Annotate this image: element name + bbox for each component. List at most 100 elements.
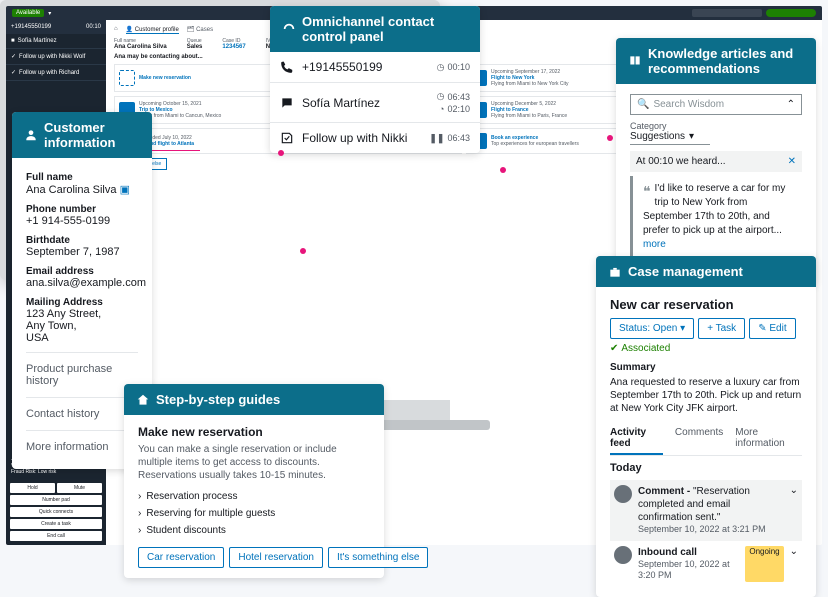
verified-icon: ▣	[120, 184, 130, 196]
birth-value: September 7, 1987	[26, 246, 138, 258]
panel-header: Knowledge articles and recommendations	[616, 38, 816, 84]
guide-description: You can make a single reservation or inc…	[138, 443, 370, 482]
close-icon[interactable]: ✕	[788, 156, 796, 167]
dashboard-icon	[282, 22, 296, 36]
global-search[interactable]	[692, 9, 762, 17]
car-res-button[interactable]: Car reservation	[138, 547, 224, 568]
user-icon	[24, 128, 38, 142]
chevron-down-icon: ▾	[689, 131, 694, 142]
briefcase-icon	[608, 265, 622, 279]
call-icon	[614, 546, 632, 564]
address-value: 123 Any Street,Any Town,USA	[26, 308, 138, 344]
feed-item[interactable]: Inbound callSeptember 10, 2022 at 3:20 P…	[610, 541, 802, 587]
active-call[interactable]: +19145550199 00:10	[6, 20, 106, 34]
guide-step[interactable]: Reserving for multiple guests	[138, 505, 370, 522]
ccp-contact-row[interactable]: +19145550199 ◷ 00:10	[270, 52, 480, 83]
guide-step[interactable]: Reservation process	[138, 488, 370, 505]
hotel-res-button[interactable]: Hotel reservation	[229, 547, 323, 568]
tab-customer-profile[interactable]: 👤 Customer profile	[126, 26, 179, 34]
email-label: Email address	[26, 266, 138, 277]
fullname-value: Ana Carolina Silva ▣	[26, 183, 138, 196]
search-input[interactable]: 🔍 Search Wisdom ⌃	[630, 94, 802, 115]
home-icon	[136, 393, 150, 407]
phone-icon	[280, 60, 294, 74]
address-label: Mailing Address	[26, 297, 138, 308]
case-panel: Case management New car reservation Stat…	[596, 256, 816, 597]
feed-item[interactable]: Comment - "Reservation completed and ema…	[610, 480, 802, 541]
connector-dot	[607, 135, 613, 141]
ccp-contact-row[interactable]: Sofía Martínez ◷ 06:43◔ 02:10	[270, 83, 480, 123]
status-pill[interactable]	[766, 9, 816, 17]
tab-more[interactable]: More information	[735, 423, 802, 455]
chevron-up-icon: ⌃	[787, 99, 795, 110]
summary-label: Summary	[610, 362, 802, 373]
mute-button[interactable]: Mute	[57, 483, 102, 493]
contact-item[interactable]: ✓ Follow up with Richard	[6, 65, 106, 81]
phone-value: +1 914-555-0199	[26, 215, 138, 227]
category-select[interactable]: Suggestions ▾	[630, 131, 710, 145]
contact-name: Follow up with Nikki	[302, 131, 421, 145]
numpad-button[interactable]: Number pad	[10, 495, 102, 505]
status-button[interactable]: Status: Open ▾	[610, 318, 694, 339]
contact-name: Sofía Martínez	[302, 96, 429, 110]
birth-label: Birthdate	[26, 235, 138, 246]
contact-history-link[interactable]: Contact history	[26, 402, 138, 426]
tab-home[interactable]: ⌂	[114, 26, 118, 34]
tab-cases[interactable]: 🗂 Cases	[187, 26, 213, 34]
chevron-down-icon[interactable]: ⌄	[790, 546, 798, 582]
summary-text: Ana requested to reserve a luxury car fr…	[610, 376, 802, 415]
task-icon	[280, 131, 294, 145]
connector-dot	[500, 167, 506, 173]
guide-step[interactable]: Student discounts	[138, 522, 370, 539]
chevron-right-icon	[138, 508, 141, 519]
contact-control-panel: Omnichannel contact control panel +19145…	[270, 6, 480, 153]
purchase-history-link[interactable]: Product purchase history	[26, 357, 138, 393]
book-icon	[628, 54, 642, 68]
fullname-label: Full name	[26, 172, 138, 183]
plus-icon	[119, 70, 135, 86]
more-link[interactable]: more	[643, 239, 666, 250]
add-task-button[interactable]: + Task	[698, 318, 745, 339]
hold-button[interactable]: Hold	[10, 483, 55, 493]
case-tabs: Activity feed Comments More information	[610, 423, 802, 456]
heard-banner: At 00:10 we heard... ✕	[630, 151, 802, 172]
quick-connects-button[interactable]: Quick connects	[10, 507, 102, 517]
chevron-down-icon[interactable]: ⌄	[790, 485, 798, 536]
search-icon: 🔍	[637, 99, 649, 110]
connector-dot	[278, 150, 284, 156]
ccp-body: +19145550199 ◷ 00:10 Sofía Martínez ◷ 06…	[270, 52, 480, 153]
email-value: ana.silva@example.com	[26, 277, 138, 289]
transcript-quote: ❝ I'd like to reserve a car for my trip …	[630, 176, 802, 258]
call-controls: Hold Mute Number pad Quick connects Crea…	[6, 479, 106, 545]
associated-indicator: ✔ Associated	[610, 343, 670, 354]
phone-label: Phone number	[26, 204, 138, 215]
panel-header: Step-by-step guides	[124, 384, 384, 415]
tab-comments[interactable]: Comments	[675, 423, 723, 455]
connector-line	[150, 150, 200, 151]
more-info-link[interactable]: More information	[26, 435, 138, 459]
guides-panel: Step-by-step guides Make new reservation…	[124, 384, 384, 578]
pause-icon: ❚❚	[429, 133, 444, 144]
contact-name: +19145550199	[302, 60, 429, 74]
feed-day-heading: Today	[610, 462, 802, 474]
panel-header: Customer information	[12, 112, 152, 158]
chevron-right-icon	[138, 525, 141, 536]
create-task-button[interactable]: Create a task	[10, 519, 102, 529]
panel-header: Omnichannel contact control panel	[270, 6, 480, 52]
ccp-contact-row[interactable]: Follow up with Nikki ❚❚ 06:43	[270, 123, 480, 153]
end-call-button[interactable]: End call	[10, 531, 102, 541]
category-label: Category	[630, 121, 802, 131]
connector-dot	[300, 248, 306, 254]
chat-icon	[280, 96, 294, 110]
quote-icon: ❝	[643, 182, 651, 202]
edit-button[interactable]: ✎ Edit	[749, 318, 795, 339]
chevron-right-icon	[138, 491, 141, 502]
panel-header: Case management	[596, 256, 816, 287]
comment-icon	[614, 485, 632, 503]
contact-item[interactable]: ✓ Follow up with Nikki Wolf	[6, 49, 106, 65]
tab-activity[interactable]: Activity feed	[610, 423, 663, 455]
contact-item[interactable]: ■ Sofía Martínez	[6, 34, 106, 49]
agent-status[interactable]: Available	[12, 9, 44, 17]
ongoing-badge: Ongoing	[745, 546, 783, 582]
something-else-button[interactable]: It's something else	[328, 547, 429, 568]
